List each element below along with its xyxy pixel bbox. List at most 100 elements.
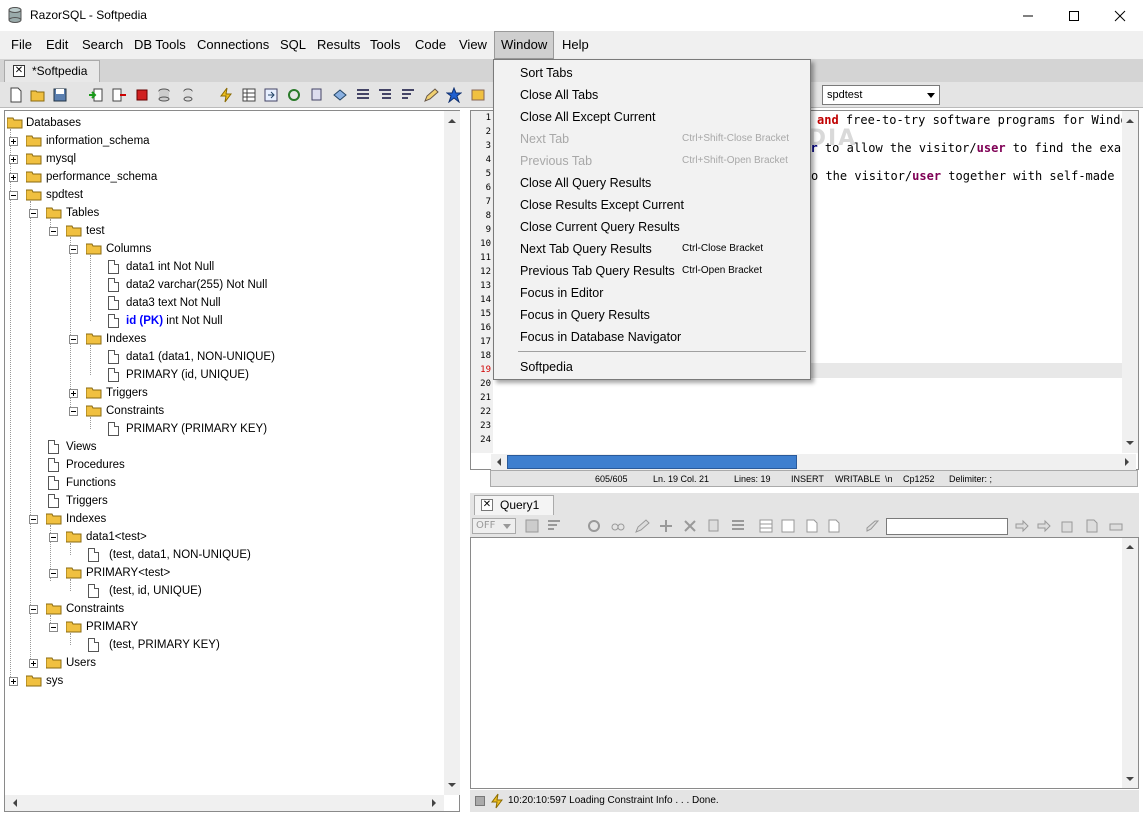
copy-icon[interactable]: [309, 87, 325, 103]
list-icon[interactable]: [355, 87, 371, 103]
menu-item-close-results-except-current[interactable]: Close Results Except Current: [494, 194, 810, 216]
menu-window[interactable]: Window: [494, 31, 555, 59]
find-all-icon[interactable]: [1036, 518, 1052, 534]
refresh-results-icon[interactable]: [586, 518, 602, 534]
list-results-icon[interactable]: [730, 518, 746, 534]
results-tab-query1[interactable]: ✕ Query1: [474, 495, 554, 515]
menu-results[interactable]: Results: [311, 31, 366, 59]
scroll-left-icon[interactable]: [7, 795, 23, 811]
search-rocket-icon[interactable]: [864, 518, 880, 534]
menu-sql[interactable]: SQL: [274, 31, 312, 59]
collapse-toggle-icon[interactable]: [69, 407, 78, 416]
scroll-down-icon[interactable]: [1122, 435, 1138, 451]
expand-toggle-icon[interactable]: [9, 155, 18, 164]
print-icon[interactable]: [1108, 518, 1124, 534]
query-results-area[interactable]: [470, 537, 1139, 789]
navigator-vertical-scrollbar[interactable]: [444, 111, 460, 795]
stop-icon[interactable]: [134, 87, 150, 103]
export-file-icon[interactable]: [1084, 518, 1100, 534]
scroll-down-icon[interactable]: [1122, 771, 1138, 787]
collapse-toggle-icon[interactable]: [49, 533, 58, 542]
menu-help[interactable]: Help: [556, 31, 595, 59]
execute-icon[interactable]: [218, 87, 234, 103]
filter-icon[interactable]: [546, 518, 562, 534]
scroll-down-icon[interactable]: [444, 777, 460, 793]
menu-search[interactable]: Search: [76, 31, 129, 59]
menu-view[interactable]: View: [453, 31, 493, 59]
database-icon[interactable]: [180, 87, 196, 103]
bookmark-icon[interactable]: [470, 87, 486, 103]
export-icon[interactable]: [263, 87, 279, 103]
disconnect-icon[interactable]: [111, 87, 127, 103]
menu-edit[interactable]: Edit: [40, 31, 74, 59]
menu-item-close-all-except-current[interactable]: Close All Except Current: [494, 106, 810, 128]
menu-item-close-current-query-results[interactable]: Close Current Query Results: [494, 216, 810, 238]
scroll-left-icon[interactable]: [491, 454, 507, 470]
collapse-toggle-icon[interactable]: [29, 605, 38, 614]
menu-db-tools[interactable]: DB Tools: [128, 31, 192, 59]
find-next-icon[interactable]: [1014, 518, 1030, 534]
format-icon[interactable]: [332, 87, 348, 103]
collapse-toggle-icon[interactable]: [29, 515, 38, 524]
open-folder-icon[interactable]: [30, 87, 46, 103]
expand-toggle-icon[interactable]: [29, 659, 38, 668]
database-select[interactable]: spdtest: [822, 85, 940, 105]
scroll-up-icon[interactable]: [1122, 539, 1138, 555]
navigator-horizontal-scrollbar[interactable]: [5, 795, 444, 811]
collapse-toggle-icon[interactable]: [69, 245, 78, 254]
delete-row-icon[interactable]: [682, 518, 698, 534]
menu-tools[interactable]: Tools: [364, 31, 406, 59]
grid-icon[interactable]: [241, 87, 257, 103]
menu-item-softpedia-window[interactable]: Softpedia: [494, 356, 810, 378]
scroll-up-icon[interactable]: [1122, 113, 1138, 129]
results-search-input[interactable]: [886, 518, 1008, 535]
collapse-toggle-icon[interactable]: [9, 191, 18, 200]
scroll-up-icon[interactable]: [444, 113, 460, 129]
menu-item-previous-tab-query-results[interactable]: Previous Tab Query Results Ctrl-Open Bra…: [494, 260, 810, 282]
collapse-toggle-icon[interactable]: [49, 623, 58, 632]
edit-icon[interactable]: [423, 87, 439, 103]
sort-icon[interactable]: [400, 87, 416, 103]
minimize-button[interactable]: [1005, 0, 1051, 31]
expand-toggle-icon[interactable]: [9, 677, 18, 686]
editor-scroll-thumb[interactable]: [507, 455, 797, 469]
auto-mode-select[interactable]: OFF: [472, 518, 516, 534]
collapse-toggle-icon[interactable]: [49, 569, 58, 578]
results-vertical-scrollbar[interactable]: [1122, 538, 1138, 788]
menu-item-sort-tabs[interactable]: Sort Tabs: [494, 62, 810, 84]
menu-file[interactable]: File: [5, 31, 38, 59]
menu-item-next-tab-query-results[interactable]: Next Tab Query Results Ctrl-Close Bracke…: [494, 238, 810, 260]
indent-icon[interactable]: [377, 87, 393, 103]
copy-results-icon[interactable]: [706, 518, 722, 534]
view-icon[interactable]: [610, 518, 626, 534]
editor-vertical-scrollbar[interactable]: [1122, 111, 1138, 453]
menu-connections[interactable]: Connections: [191, 31, 275, 59]
save-results-icon[interactable]: [524, 518, 540, 534]
expand-toggle-icon[interactable]: [9, 137, 18, 146]
form-view-icon[interactable]: [780, 518, 796, 534]
menu-item-focus-in-database-navigator[interactable]: Focus in Database Navigator: [494, 326, 810, 348]
text-view-icon[interactable]: [804, 518, 820, 534]
scroll-right-icon[interactable]: [1119, 454, 1135, 470]
collapse-toggle-icon[interactable]: [49, 227, 58, 236]
menu-item-focus-in-query-results[interactable]: Focus in Query Results: [494, 304, 810, 326]
close-button[interactable]: [1097, 0, 1143, 31]
menu-code[interactable]: Code: [409, 31, 452, 59]
menu-item-close-all-query-results[interactable]: Close All Query Results: [494, 172, 810, 194]
collapse-toggle-icon[interactable]: [29, 209, 38, 218]
editor-tab-softpedia[interactable]: ✕ *Softpedia: [4, 60, 100, 82]
favorites-star-icon[interactable]: [446, 87, 462, 103]
connect-icon[interactable]: [88, 87, 104, 103]
menu-item-focus-in-editor[interactable]: Focus in Editor: [494, 282, 810, 304]
close-tab-icon[interactable]: ✕: [481, 499, 493, 511]
collapse-toggle-icon[interactable]: [69, 335, 78, 344]
scroll-right-icon[interactable]: [426, 795, 442, 811]
export-results-icon[interactable]: [1060, 518, 1076, 534]
grid-view-icon[interactable]: [758, 518, 774, 534]
refresh-icon[interactable]: [286, 87, 302, 103]
close-tab-icon[interactable]: ✕: [13, 65, 25, 77]
expand-toggle-icon[interactable]: [69, 389, 78, 398]
save-icon[interactable]: [52, 87, 68, 103]
edit-results-icon[interactable]: [634, 518, 650, 534]
add-connection-icon[interactable]: [156, 87, 172, 103]
